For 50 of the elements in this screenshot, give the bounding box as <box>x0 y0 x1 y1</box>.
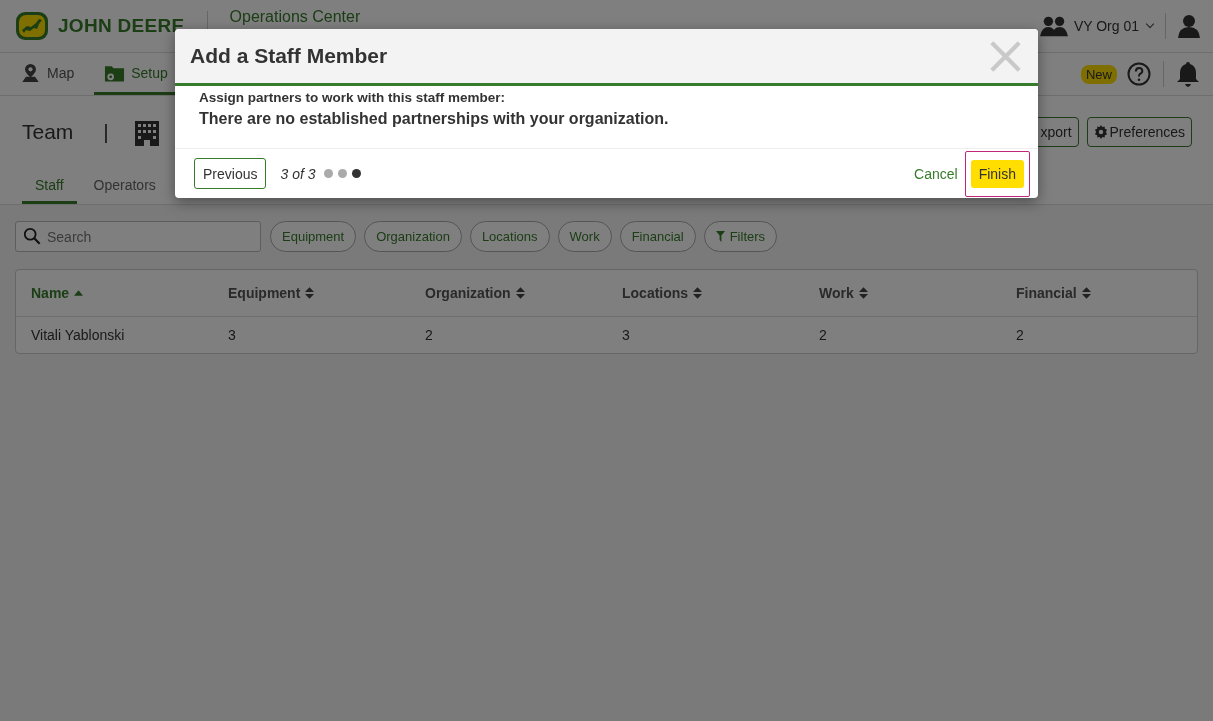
sort-icon <box>305 287 315 299</box>
dialog-prompt: Assign partners to work with this staff member: <box>199 89 507 107</box>
filters-button[interactable]: Filters <box>703 221 778 252</box>
org-dropdown[interactable]: VY Org 01 <box>1073 18 1153 34</box>
search-field[interactable]: Search <box>15 221 261 252</box>
help-icon[interactable] <box>1127 62 1151 86</box>
filter-chip[interactable]: Organization <box>364 221 462 252</box>
tab[interactable]: Staff <box>22 168 77 204</box>
sort-icon <box>515 287 525 299</box>
filter-chip[interactable]: Financial <box>619 221 696 252</box>
cancel-link[interactable]: Cancel <box>914 165 958 182</box>
sort-icon <box>1081 287 1091 299</box>
sort-up-icon <box>74 290 84 296</box>
table-cell-text: 3 <box>622 327 631 343</box>
table-cell-text: 2 <box>425 327 434 343</box>
user-icon[interactable] <box>1178 14 1200 38</box>
previous-button[interactable]: Previous <box>194 158 267 189</box>
column-header[interactable]: Equipment <box>228 285 315 301</box>
table-cell-text: Vitali Yablonski <box>31 327 126 343</box>
filter-chip[interactable]: Work <box>557 221 612 252</box>
gear-icon <box>1093 125 1108 139</box>
building-icon <box>132 118 161 146</box>
finish-button[interactable]: Finish <box>964 150 1030 197</box>
search-icon <box>23 227 41 245</box>
column-header[interactable]: Work <box>819 285 868 301</box>
dialog-message: There are no established partnerships with your organization. <box>199 109 670 129</box>
brand-name: JOHN DEERE <box>58 15 185 37</box>
column-header[interactable]: Locations <box>622 285 703 301</box>
column-header[interactable]: Financial <box>1016 285 1091 301</box>
filter-chip[interactable]: Locations <box>469 221 550 252</box>
tab[interactable]: Operators <box>80 168 169 204</box>
step-counter: 3 of 3 <box>280 165 316 182</box>
column-header[interactable]: Organization <box>425 285 525 301</box>
title-separator: | <box>103 120 109 144</box>
nav-item[interactable]: Map <box>10 53 85 95</box>
table-cell-text: 2 <box>1016 327 1025 343</box>
table-cell-text: 2 <box>819 327 828 343</box>
app-title: Operations Center <box>229 8 361 26</box>
group-icon[interactable] <box>1039 14 1068 38</box>
sort-icon <box>693 287 703 299</box>
funnel-icon <box>715 231 725 242</box>
sort-icon <box>858 287 868 299</box>
filter-chip[interactable]: Equipment <box>270 221 357 252</box>
preferences-button[interactable]: Preferences <box>1086 117 1192 147</box>
column-header[interactable]: Name <box>31 285 84 301</box>
new-badge: New <box>1081 64 1117 84</box>
page-title: Team <box>22 120 74 144</box>
table-cell-text: 3 <box>228 327 237 343</box>
location-pin-icon <box>20 62 41 83</box>
bell-icon[interactable] <box>1176 61 1200 87</box>
